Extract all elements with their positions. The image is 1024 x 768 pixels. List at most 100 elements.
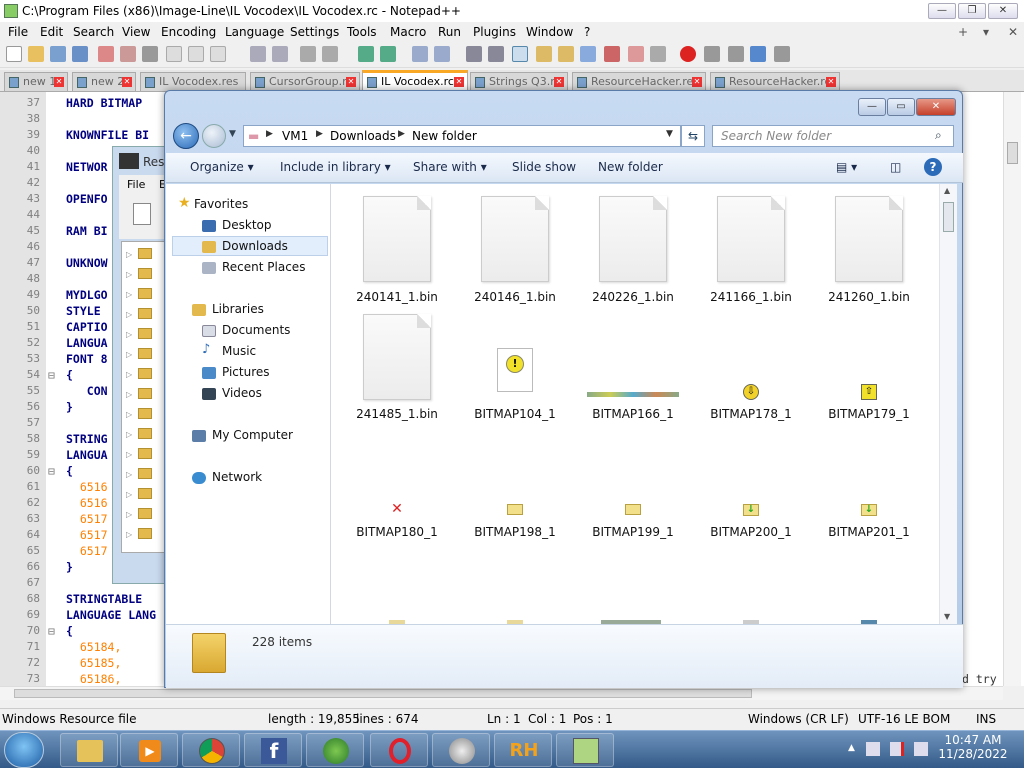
udl-icon[interactable] — [536, 46, 552, 62]
stop-macro-icon[interactable] — [704, 46, 720, 62]
close-tab-icon[interactable]: ✕ — [692, 77, 702, 87]
expand-arrow-icon[interactable]: ▷ — [126, 330, 132, 339]
close-tab-icon[interactable]: ✕ — [122, 77, 132, 87]
function-list-icon[interactable] — [580, 46, 596, 62]
rh-tree-node[interactable]: ▷ — [126, 386, 166, 400]
status-eol[interactable]: Windows (CR LF) — [748, 712, 849, 726]
explorer-minimize-button[interactable]: — — [858, 98, 886, 116]
new-folder-button[interactable]: New folder — [598, 160, 663, 174]
rh-tree-node[interactable]: ▷ — [126, 506, 166, 520]
fold-marker-icon[interactable]: ⊟ — [48, 624, 62, 638]
file-item[interactable]: 241166_1.bin — [701, 196, 801, 304]
nav-music[interactable]: Music — [222, 344, 256, 358]
rh-tree-node[interactable]: ▷ — [126, 426, 166, 440]
nav-my-computer[interactable]: My Computer — [212, 428, 293, 442]
menu-help[interactable]: ? — [584, 25, 590, 39]
fold-marker-icon[interactable]: ⊟ — [48, 464, 62, 478]
network-status-icon[interactable] — [890, 742, 904, 756]
nav-network[interactable]: Network — [212, 470, 262, 484]
bitmap-item[interactable]: ⇧ BITMAP179_1 — [819, 314, 919, 421]
close-tab-icon[interactable]: ✕ — [826, 77, 836, 87]
expand-arrow-icon[interactable]: ▷ — [126, 470, 132, 479]
word-wrap-icon[interactable] — [466, 46, 482, 62]
file-item[interactable]: 240226_1.bin — [583, 196, 683, 304]
menu-run[interactable]: Run — [438, 25, 461, 39]
rh-tree-node[interactable]: ▷ — [126, 406, 166, 420]
expand-arrow-icon[interactable]: ▷ — [126, 310, 132, 319]
close-all-icon[interactable] — [120, 46, 136, 62]
taskbar-notepadpp-button[interactable] — [556, 733, 614, 767]
close-tab-icon[interactable]: ✕ — [346, 77, 356, 87]
indent-guide-icon[interactable] — [512, 46, 528, 62]
hscroll-thumb[interactable] — [14, 689, 752, 698]
fold-marker-icon[interactable]: ⊟ — [48, 368, 62, 382]
sync-h-icon[interactable] — [434, 46, 450, 62]
bitmap-item[interactable]: ⇩ BITMAP178_1 — [701, 314, 801, 421]
expand-arrow-icon[interactable]: ▷ — [126, 510, 132, 519]
expand-arrow-icon[interactable]: ▷ — [126, 490, 132, 499]
rh-tree-node[interactable]: ▷ — [126, 346, 166, 360]
status-encoding[interactable]: UTF-16 LE BOM — [858, 712, 950, 726]
maximize-button[interactable]: ❐ — [958, 3, 986, 19]
notepad-title-bar[interactable]: C:\Program Files (x86)\Image-Line\IL Voc… — [0, 0, 1024, 22]
rh-tree-node[interactable]: ▷ — [126, 526, 166, 540]
show-hidden-icons-icon[interactable]: ▲ — [848, 743, 855, 753]
paste-icon[interactable] — [210, 46, 226, 62]
file-item[interactable]: 241260_1.bin — [819, 196, 919, 304]
close-button[interactable]: ✕ — [988, 3, 1018, 19]
forward-button[interactable] — [202, 124, 226, 148]
editor-vertical-scrollbar[interactable] — [1003, 92, 1021, 686]
expand-arrow-icon[interactable]: ▷ — [126, 290, 132, 299]
menu-language[interactable]: Language — [225, 25, 284, 39]
scroll-up-icon[interactable]: ▲ — [944, 186, 950, 195]
zoom-in-icon[interactable] — [358, 46, 374, 62]
sync-v-icon[interactable] — [412, 46, 428, 62]
rh-menu-file[interactable]: File — [127, 178, 145, 191]
close-tab-icon[interactable]: ✕ — [54, 77, 64, 87]
undo-icon[interactable] — [250, 46, 266, 62]
help-icon[interactable]: ? — [924, 158, 942, 176]
breadcrumb-downloads[interactable]: Downloads — [330, 129, 396, 143]
scroll-thumb[interactable] — [1007, 142, 1018, 164]
tab-list-icon[interactable]: ▾ — [983, 25, 989, 39]
bitmap-item[interactable]: BITMAP166_1 — [583, 314, 683, 421]
expand-arrow-icon[interactable]: ▷ — [126, 370, 132, 379]
close-tab-icon[interactable]: ✕ — [454, 77, 464, 87]
taskbar-opera-button[interactable] — [370, 733, 428, 767]
nav-favorites[interactable]: Favorites — [194, 197, 248, 211]
save-all-icon[interactable] — [72, 46, 88, 62]
tab-il-vocodex-res[interactable]: IL Vocodex.res — [140, 72, 246, 91]
menu-window[interactable]: Window — [526, 25, 573, 39]
rh-tree-node[interactable]: ▷ — [126, 266, 166, 280]
play-macro-icon[interactable] — [728, 46, 744, 62]
minimize-button[interactable]: — — [928, 3, 956, 19]
organize-button[interactable]: Organize ▾ — [190, 160, 254, 174]
taskbar-idm-button[interactable] — [306, 733, 364, 767]
expand-arrow-icon[interactable]: ▷ — [126, 390, 132, 399]
close-tab-icon[interactable]: ✕ — [554, 77, 564, 87]
preview-pane-icon[interactable]: ◫ — [890, 160, 901, 174]
tab-resourcehacker-rc[interactable]: ResourceHacker.rc ✕ — [710, 72, 840, 91]
redo-icon[interactable] — [272, 46, 288, 62]
record-macro-icon[interactable] — [680, 46, 696, 62]
breadcrumb-new-folder[interactable]: New folder — [412, 129, 477, 143]
tab-new-1[interactable]: new 1 ✕ — [4, 72, 68, 91]
nav-desktop[interactable]: Desktop — [222, 218, 272, 232]
tab-resourcehacker-res[interactable]: ResourceHacker.res ✕ — [572, 72, 706, 91]
expand-arrow-icon[interactable]: ▷ — [126, 250, 132, 259]
address-dropdown-icon[interactable]: ▼ — [666, 129, 673, 139]
menu-file[interactable]: File — [8, 25, 28, 39]
breadcrumb-vm1[interactable]: VM1 — [282, 129, 308, 143]
scroll-thumb[interactable] — [943, 202, 954, 232]
menu-edit[interactable]: Edit — [40, 25, 63, 39]
expand-arrow-icon[interactable]: ▷ — [126, 430, 132, 439]
nav-documents[interactable]: Documents — [222, 323, 290, 337]
menu-search[interactable]: Search — [73, 25, 114, 39]
explorer-maximize-button[interactable]: ▭ — [887, 98, 915, 116]
replace-icon[interactable] — [322, 46, 338, 62]
tab-strings-q3-rc[interactable]: Strings Q3.rc ✕ — [470, 72, 568, 91]
nav-videos[interactable]: Videos — [222, 386, 262, 400]
cut-icon[interactable] — [166, 46, 182, 62]
expand-arrow-icon[interactable]: ▷ — [126, 270, 132, 279]
expand-arrow-icon[interactable]: ▷ — [126, 530, 132, 539]
